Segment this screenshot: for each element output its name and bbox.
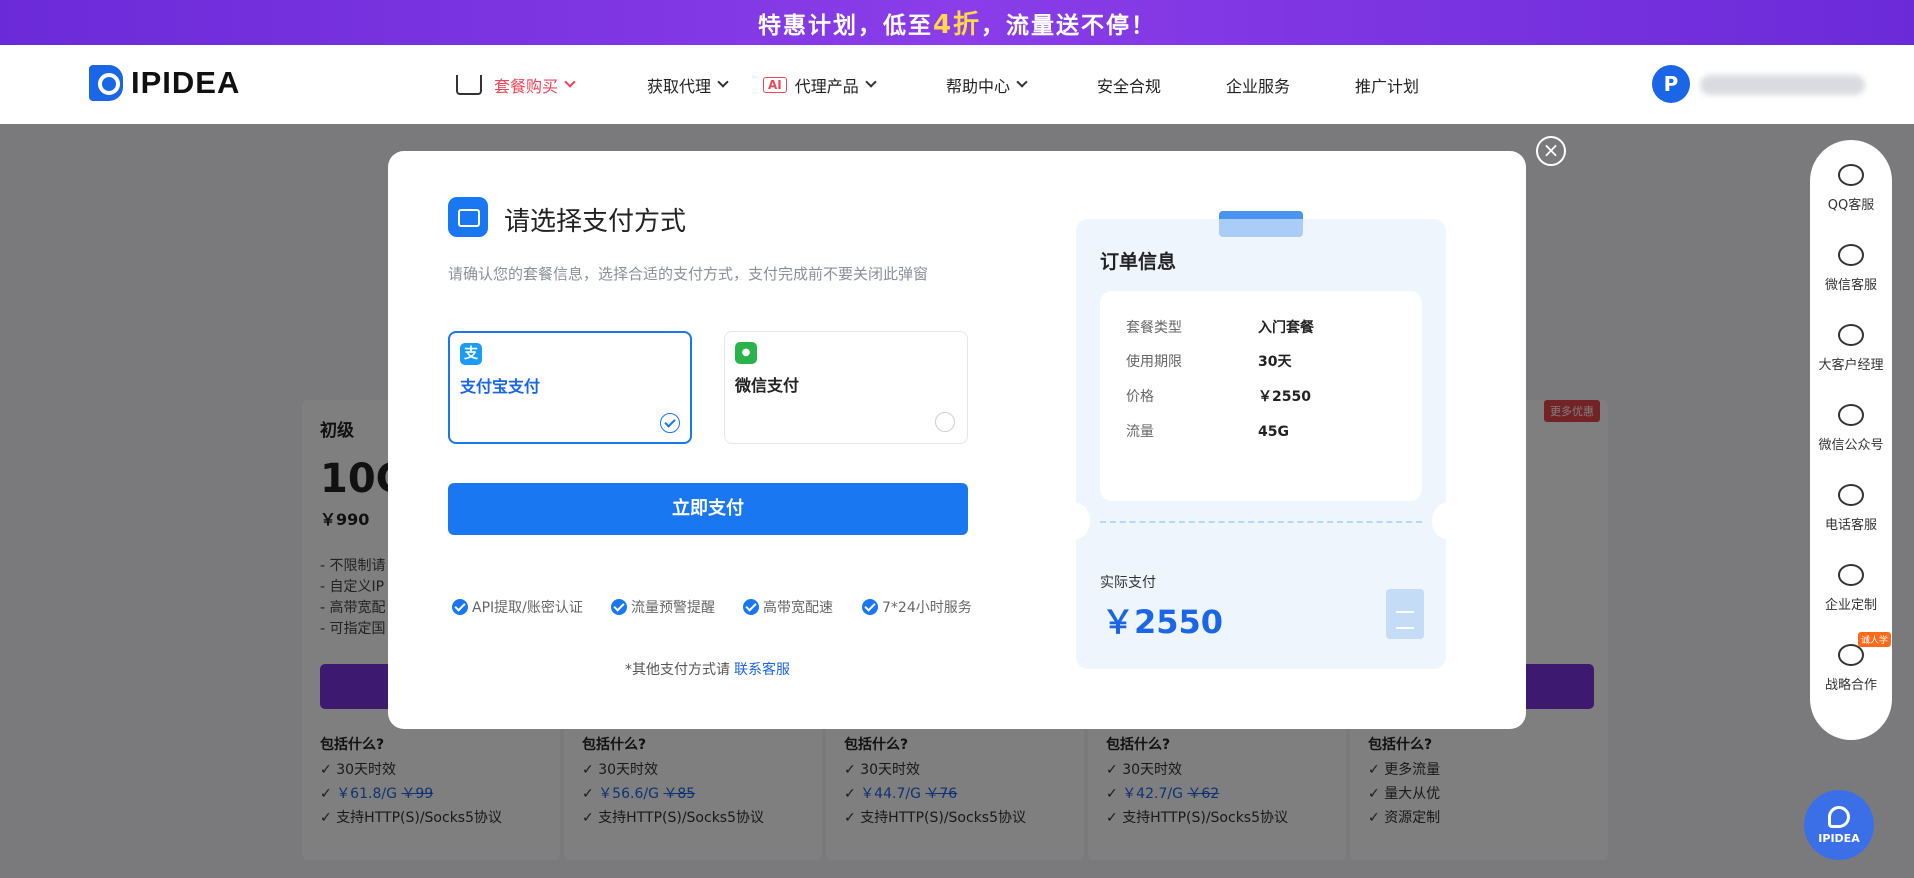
chevron-down-icon <box>865 76 877 88</box>
radio-checked[interactable] <box>660 413 680 433</box>
divider <box>1100 521 1422 523</box>
promo-text: 特惠计划，低至4折，流量送不停！ <box>757 10 1157 40</box>
alipay-icon: 支 <box>460 343 482 365</box>
pay-method-wechat[interactable]: ● 微信支付 <box>724 331 968 444</box>
cart-icon <box>456 74 482 95</box>
nav-proxy-products[interactable]: AI 代理产品 <box>763 45 877 124</box>
wechat-pay-icon: ● <box>735 342 757 364</box>
chevron-down-icon <box>564 76 576 88</box>
other-payment-note: *其他支付方式请 联系客服 <box>625 662 790 678</box>
nav-security-compliance[interactable]: 安全合规 <box>1097 45 1161 124</box>
sidebar-item-customize[interactable]: 企业定制 <box>1810 564 1892 613</box>
sidebar-item-official-account[interactable]: 微信公众号 <box>1810 404 1892 453</box>
phone-icon <box>1838 484 1864 506</box>
order-row: 流量 45G <box>1126 424 1289 440</box>
card-icon <box>448 197 488 237</box>
modal-title: 请选择支付方式 <box>504 207 687 237</box>
check-icon <box>743 599 759 615</box>
chat-icon <box>1838 404 1864 426</box>
order-title: 订单信息 <box>1100 251 1177 273</box>
check-icon <box>862 599 878 615</box>
logo-text: IPIDEA <box>131 65 241 100</box>
site-header: IPIDEA 套餐购买 获取代理 AI 代理产品 帮助中心 安全合规 企业服务 … <box>0 45 1914 124</box>
order-info-panel: 订单信息 套餐类型 入门套餐 使用期限 30天 价格 ￥2550 流量 45G 实际支付… <box>1062 211 1460 669</box>
chevron-down-icon <box>717 76 729 88</box>
handshake-icon <box>1838 644 1864 666</box>
logo-icon <box>1828 805 1850 828</box>
username-blurred[interactable] <box>1700 75 1865 95</box>
chevron-down-icon <box>1016 76 1028 88</box>
contact-support-link[interactable]: 联系客服 <box>734 662 790 678</box>
payment-modal: 请选择支付方式 请确认您的套餐信息，选择合适的支付方式，支付完成前不要关闭此弹窗… <box>388 151 1526 729</box>
pay-method-alipay[interactable]: 支 支付宝支付 <box>448 331 692 444</box>
modal-subtitle: 请确认您的套餐信息，选择合适的支付方式，支付完成前不要关闭此弹窗 <box>448 265 929 283</box>
ai-badge: AI <box>763 76 787 93</box>
sidebar-item-manager[interactable]: 大客户经理 <box>1810 324 1892 373</box>
check-icon <box>452 599 468 615</box>
nav-help-center[interactable]: 帮助中心 <box>946 45 1028 124</box>
logo-icon <box>89 65 123 101</box>
order-row: 价格 ￥2550 <box>1126 389 1311 405</box>
sidebar-item-partnership[interactable]: 战略合作 诚人学 <box>1810 632 1892 693</box>
promo-banner[interactable]: 特惠计划，低至4折，流量送不停！ <box>0 0 1914 45</box>
logo[interactable]: IPIDEA <box>89 65 240 101</box>
ticket-tab <box>1219 211 1303 237</box>
wechat-icon <box>1838 244 1864 266</box>
paid-amount: ￥2550 <box>1102 603 1224 641</box>
feature-item: 流量预警提醒 <box>611 597 715 617</box>
nav-get-proxy[interactable]: 获取代理 <box>647 45 729 124</box>
nav-referral-plan[interactable]: 推广计划 <box>1355 45 1419 124</box>
ticket-notch <box>1062 503 1090 539</box>
ticket-notch <box>1432 503 1460 539</box>
feature-item: 高带宽配速 <box>743 597 833 617</box>
radio-unchecked[interactable] <box>935 412 955 432</box>
floating-logo-button[interactable]: IPIDEA <box>1804 790 1874 860</box>
order-details: 套餐类型 入门套餐 使用期限 30天 价格 ￥2550 流量 45G <box>1100 291 1422 501</box>
close-icon[interactable]: × <box>1536 136 1566 166</box>
avatar[interactable]: P <box>1652 65 1690 103</box>
check-icon <box>611 599 627 615</box>
nav-enterprise-service[interactable]: 企业服务 <box>1226 45 1290 124</box>
sidebar-item-phone[interactable]: 电话客服 <box>1810 484 1892 533</box>
order-row: 使用期限 30天 <box>1126 354 1292 370</box>
document-icon <box>1386 589 1424 639</box>
order-row: 套餐类型 入门套餐 <box>1126 320 1314 336</box>
partner-badge: 诚人学 <box>1858 632 1892 647</box>
paid-label: 实际支付 <box>1100 575 1156 591</box>
sidebar-item-wechat[interactable]: 微信客服 <box>1810 244 1892 293</box>
nav-package-purchase[interactable]: 套餐购买 <box>456 45 576 124</box>
feature-item: API提取/账密认证 <box>452 597 583 617</box>
pay-now-button[interactable]: 立即支付 <box>448 483 968 535</box>
manager-icon <box>1838 324 1864 346</box>
qq-icon <box>1838 164 1864 186</box>
feature-item: 7*24小时服务 <box>862 597 972 617</box>
service-sidebar: QQ客服 微信客服 大客户经理 微信公众号 电话客服 企业定制 战略合作 诚人学 <box>1810 140 1892 740</box>
sidebar-item-qq[interactable]: QQ客服 <box>1810 164 1892 213</box>
customize-icon <box>1838 564 1864 586</box>
